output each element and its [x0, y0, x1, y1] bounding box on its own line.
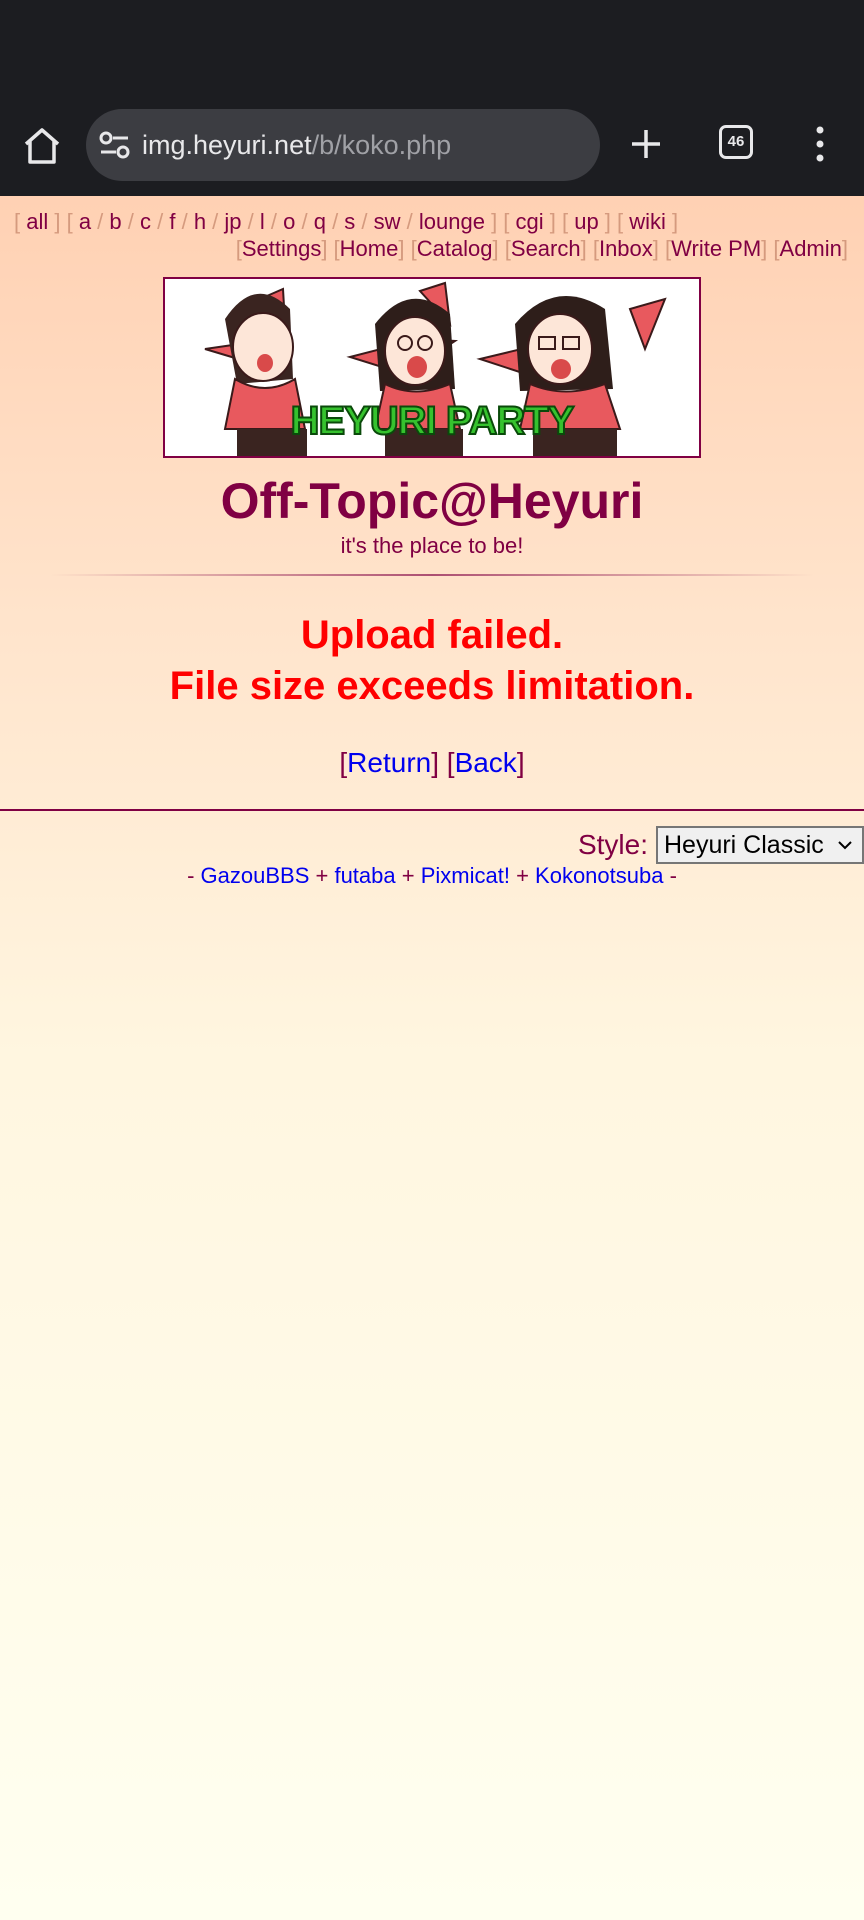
- board-link-all[interactable]: all: [26, 209, 48, 234]
- board-link-o[interactable]: o: [283, 209, 295, 234]
- board-link-b[interactable]: b: [109, 209, 121, 234]
- board-link-jp[interactable]: jp: [224, 209, 241, 234]
- browser-toolbar: img.heyuri.net/b/koko.php 46: [0, 94, 864, 196]
- search-link[interactable]: Search: [511, 236, 581, 261]
- more-menu-icon[interactable]: [808, 122, 832, 166]
- title-divider: [50, 574, 814, 576]
- board-link-sw[interactable]: sw: [374, 209, 401, 234]
- banner-text: HEYURI PARTY: [290, 398, 576, 444]
- style-switcher: Style: Heyuri Classic: [578, 826, 864, 864]
- board-link-cgi[interactable]: cgi: [516, 209, 544, 234]
- return-links: [Return] [Back]: [339, 747, 525, 778]
- error-line-1: Upload failed.: [300, 613, 564, 657]
- pixmicat-link[interactable]: Pixmicat!: [421, 863, 510, 888]
- return-link[interactable]: Return: [347, 747, 431, 778]
- tab-switcher-button[interactable]: 46: [719, 125, 753, 159]
- url-path: /b/koko.php: [311, 130, 452, 160]
- catalog-link[interactable]: Catalog: [417, 236, 493, 261]
- board-link-a[interactable]: a: [79, 209, 91, 234]
- new-tab-icon[interactable]: [626, 124, 666, 164]
- home-icon[interactable]: [20, 124, 64, 168]
- site-settings-icon[interactable]: [98, 129, 132, 161]
- error-message: Upload failed. File size exceeds limitat…: [0, 610, 864, 712]
- footer-credits: - GazouBBS + futaba + Pixmicat! + Kokono…: [187, 863, 677, 888]
- error-line-2: File size exceeds limitation.: [169, 664, 695, 708]
- kokonotsuba-link[interactable]: Kokonotsuba: [535, 863, 663, 888]
- address-bar[interactable]: img.heyuri.net/b/koko.php: [86, 109, 600, 181]
- back-link[interactable]: Back: [455, 747, 517, 778]
- top-links: [Settings] [Home] [Catalog] [Search] [In…: [235, 236, 848, 261]
- board-link-lounge[interactable]: lounge: [419, 209, 485, 234]
- url-text[interactable]: img.heyuri.net/b/koko.php: [142, 129, 451, 161]
- chevron-down-icon: [838, 841, 852, 850]
- board-link-c[interactable]: c: [140, 209, 151, 234]
- home-link[interactable]: Home: [340, 236, 399, 261]
- page-title: Off-Topic@Heyuri: [220, 473, 644, 529]
- style-select[interactable]: Heyuri Classic: [656, 826, 864, 864]
- settings-link[interactable]: Settings: [242, 236, 322, 261]
- style-label: Style:: [577, 829, 648, 860]
- board-link-h[interactable]: h: [194, 209, 206, 234]
- status-bar: [0, 0, 864, 94]
- inbox-link[interactable]: Inbox: [599, 236, 653, 261]
- board-banner[interactable]: HEYURI PARTY: [163, 277, 701, 458]
- board-link-s[interactable]: s: [344, 209, 355, 234]
- board-link-up[interactable]: up: [574, 209, 598, 234]
- footer-divider: [0, 809, 864, 811]
- style-selected-value: Heyuri Classic: [664, 831, 824, 859]
- write-pm-link[interactable]: Write PM: [671, 236, 761, 261]
- board-link-q[interactable]: q: [314, 209, 326, 234]
- admin-link[interactable]: Admin: [780, 236, 842, 261]
- url-host: img.heyuri.net: [142, 130, 312, 160]
- board-nav: [ all ] [ a / b / c / f / h / jp / l / o…: [14, 209, 679, 234]
- board-link-wiki[interactable]: wiki: [629, 209, 666, 234]
- futaba-link[interactable]: futaba: [334, 863, 395, 888]
- page-subtitle: it's the place to be!: [340, 533, 524, 558]
- gazoubbs-link[interactable]: GazouBBS: [201, 863, 310, 888]
